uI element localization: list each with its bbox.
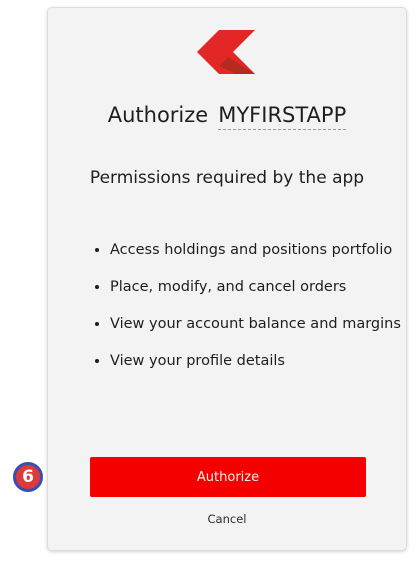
authorize-button[interactable]: Authorize (90, 457, 366, 497)
app-name: MYFIRSTAPP (218, 103, 347, 130)
step-number-badge: 6 (13, 462, 43, 492)
permission-item: Place, modify, and cancel orders (110, 275, 410, 300)
permission-item: View your account balance and margins (110, 312, 410, 337)
kite-logo-icon (197, 30, 255, 74)
cancel-link[interactable]: Cancel (48, 512, 406, 526)
authorize-card: Authorize MYFIRSTAPP Permissions required… (48, 8, 406, 550)
title-prefix: Authorize (107, 103, 209, 127)
permission-item: Access holdings and positions portfolio (110, 238, 410, 263)
permissions-list: Access holdings and positions portfolio … (90, 238, 410, 386)
permissions-heading: Permissions required by the app (89, 168, 365, 188)
page-title: Authorize MYFIRSTAPP (48, 103, 406, 130)
permission-item: View your profile details (110, 349, 410, 374)
